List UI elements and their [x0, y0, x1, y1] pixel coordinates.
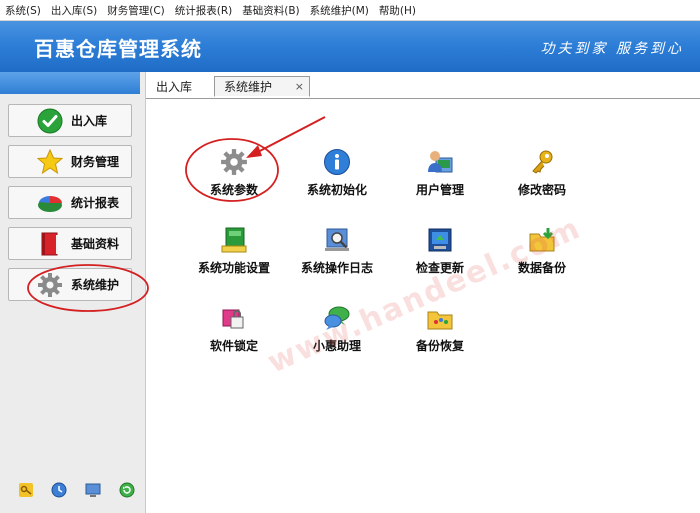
sidebar-item-reports[interactable]: 统计报表 — [8, 186, 132, 219]
menu-reports[interactable]: 统计报表(R) — [170, 3, 238, 18]
close-icon[interactable]: × — [295, 80, 304, 93]
tile-label: 备份恢复 — [415, 339, 464, 353]
tab-label: 系统维护 — [224, 80, 273, 94]
tile-user-management[interactable]: 用户管理 — [390, 147, 490, 198]
key-icon[interactable] — [18, 482, 34, 498]
key-icon — [527, 147, 557, 177]
sidebar-header-bar — [0, 72, 140, 94]
tile-label: 修改密码 — [517, 183, 566, 197]
tab-label: 出入库 — [156, 80, 193, 94]
app-title: 百惠仓库管理系统 — [34, 37, 202, 61]
tile-function-settings[interactable]: 系统功能设置 — [184, 225, 284, 276]
book-icon — [37, 231, 63, 257]
tile-operation-log[interactable]: 系统操作日志 — [287, 225, 387, 276]
sidebar: 出入库 财务管理 统计报表 基础资料 系统维护 — [0, 72, 146, 513]
header-banner: 百惠仓库管理系统 功夫到家 服务到心 — [0, 21, 700, 72]
tile-label: 系统功能设置 — [197, 261, 270, 275]
check-icon — [37, 108, 63, 134]
log-icon — [322, 225, 352, 255]
tile-label: 用户管理 — [415, 183, 464, 197]
pie-chart-icon — [37, 190, 63, 216]
sidebar-item-label: 统计报表 — [71, 196, 120, 210]
settings-icon — [219, 225, 249, 255]
menu-finance[interactable]: 财务管理(C) — [102, 3, 170, 18]
tab-strip: 出入库 系统维护 × — [146, 72, 700, 99]
clock-icon[interactable] — [51, 482, 67, 498]
tab-inout[interactable]: 出入库 — [156, 76, 192, 97]
menu-inout[interactable]: 出入库(S) — [46, 3, 102, 18]
menu-basic-data[interactable]: 基础资料(B) — [237, 3, 304, 18]
tile-system-params[interactable]: 系统参数 — [184, 147, 284, 198]
refresh-icon[interactable] — [119, 482, 135, 498]
menu-maintenance[interactable]: 系统维护(M) — [305, 3, 374, 18]
slogan: 功夫到家 服务到心 — [540, 41, 684, 57]
sidebar-item-label: 出入库 — [71, 114, 108, 128]
tile-system-init[interactable]: 系统初始化 — [287, 147, 387, 198]
sidebar-item-label: 基础资料 — [71, 237, 120, 251]
sidebar-item-maintenance[interactable]: 系统维护 — [8, 268, 132, 301]
tab-maintenance[interactable]: 系统维护 × — [214, 76, 310, 97]
update-icon — [425, 225, 455, 255]
sidebar-item-finance[interactable]: 财务管理 — [8, 145, 132, 178]
gear-icon — [219, 147, 249, 177]
sidebar-item-inout[interactable]: 出入库 — [8, 104, 132, 137]
sidebar-item-label: 财务管理 — [71, 155, 120, 169]
tile-label: 系统操作日志 — [300, 261, 373, 275]
menu-bar: 系统(S) 出入库(S) 财务管理(C) 统计报表(R) 基础资料(B) 系统维… — [0, 0, 700, 21]
monitor-icon[interactable] — [85, 482, 101, 498]
menu-system[interactable]: 系统(S) — [0, 3, 46, 18]
sidebar-item-basic-data[interactable]: 基础资料 — [8, 227, 132, 260]
menu-help[interactable]: 帮助(H) — [374, 3, 421, 18]
user-icon — [425, 147, 455, 177]
tile-label: 系统初始化 — [306, 183, 367, 197]
star-icon — [37, 148, 63, 175]
gear-icon — [37, 272, 63, 298]
tile-label: 系统参数 — [209, 183, 258, 197]
info-icon — [322, 147, 352, 177]
lock-icon — [219, 303, 249, 333]
sidebar-item-label: 系统维护 — [71, 278, 120, 292]
tile-change-password[interactable]: 修改密码 — [492, 147, 592, 198]
sidebar-bottom-toolbar — [0, 482, 140, 502]
